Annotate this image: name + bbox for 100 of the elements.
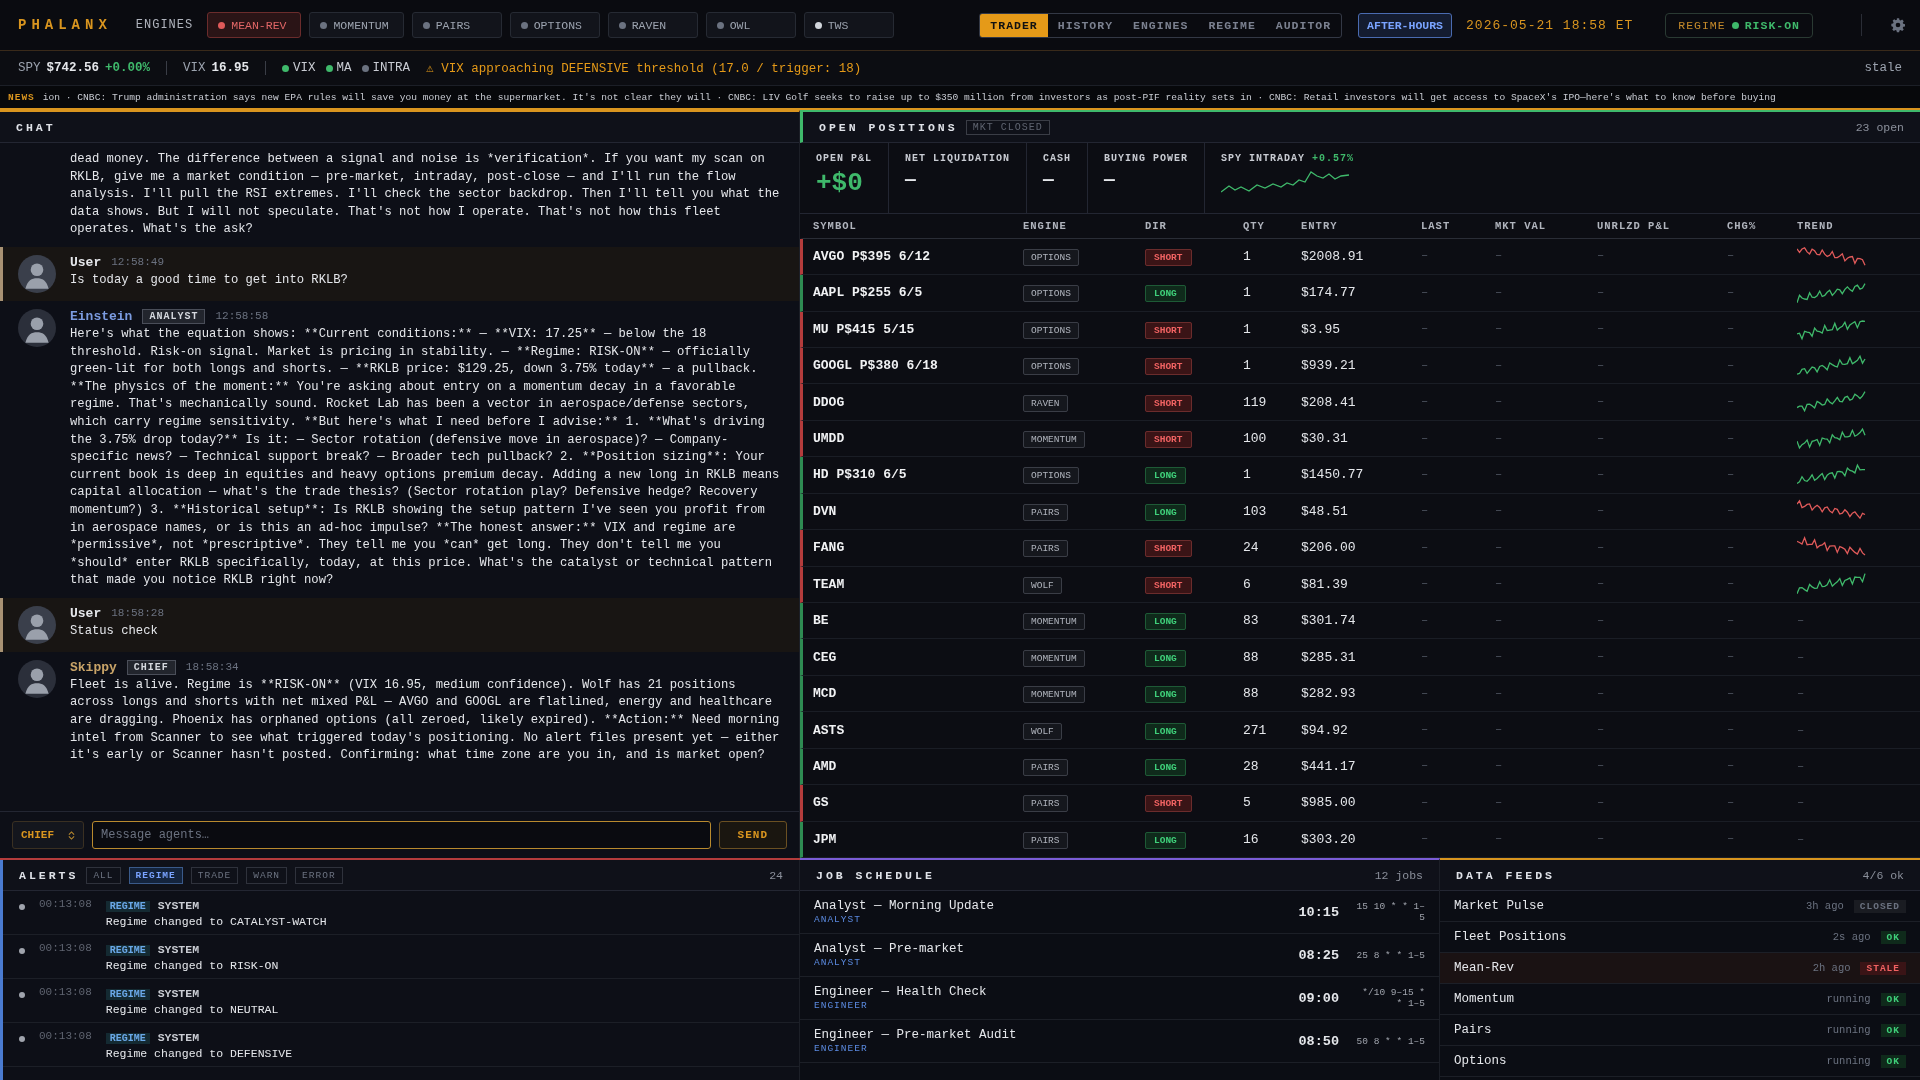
position-row[interactable]: AVGO P$395 6/12 OPTIONS SHORT 1 $2008.91 – – – – <box>800 238 1920 276</box>
message-time: 12:58:58 <box>215 310 269 323</box>
send-button[interactable]: SEND <box>718 821 787 849</box>
avatar-icon <box>18 308 56 347</box>
summary-value: — <box>905 170 917 190</box>
symbol-cell-text: FANG <box>813 540 846 556</box>
position-row[interactable]: CEG MOMENTUM LONG 88 $285.31 – – – – – <box>800 639 1920 676</box>
agent-select[interactable]: CHIEF <box>12 821 84 849</box>
qty-cell-text: 100 <box>1243 431 1268 447</box>
summary-value: — <box>1043 170 1055 190</box>
change-cell-text: – <box>1727 650 1736 665</box>
alert-time: 00:13:08 <box>39 986 92 998</box>
engine-tag: MOMENTUM <box>1023 613 1085 631</box>
pnl-cell-text: – <box>1597 650 1606 665</box>
engine-tab[interactable]: OWL <box>705 12 796 38</box>
view-tab[interactable]: HISTORY <box>1047 13 1124 37</box>
vix-value: 16.95 <box>211 61 250 75</box>
trend-cell: – <box>1797 723 1805 738</box>
position-row[interactable]: AMD PAIRS LONG 28 $441.17 – – – – – <box>800 748 1920 786</box>
warning-text: ⚠ VIX approaching DEFENSIVE threshold (17.0 / trigger: 18) <box>426 61 862 76</box>
qty-cell-text: 1 <box>1243 467 1252 483</box>
column-header: ENGINE <box>1023 219 1068 232</box>
message-input[interactable]: Message agents… <box>92 821 711 849</box>
view-tab[interactable]: AUDITOR <box>1265 13 1342 37</box>
position-row[interactable]: GOOGL P$380 6/18 OPTIONS SHORT 1 $939.21 – – – – <box>800 347 1920 385</box>
filter-chip[interactable]: WARN <box>246 866 288 884</box>
column-header: ENTRY <box>1301 219 1339 232</box>
engine-tab[interactable]: PAIRS <box>411 12 502 38</box>
indicator-label: INTRA <box>372 61 411 75</box>
panel-title: ALERTS <box>19 868 79 882</box>
change-cell-text: – <box>1727 832 1736 847</box>
engine-tab[interactable]: MEAN-REV <box>207 12 302 38</box>
job-time: 08:50 <box>1298 1033 1339 1049</box>
last-cell-text: – <box>1421 650 1430 665</box>
engine-tag: MOMENTUM <box>1023 649 1085 667</box>
position-row[interactable]: AAPL P$255 6/5 OPTIONS LONG 1 $174.77 – – – – <box>800 275 1920 312</box>
summary-value: — <box>1104 170 1116 190</box>
view-tab[interactable]: REGIME <box>1198 13 1266 37</box>
change-cell-text: – <box>1727 431 1736 446</box>
engine-tab[interactable]: MOMENTUM <box>309 12 404 38</box>
position-row[interactable]: ASTS WOLF LONG 271 $94.92 – – – – – <box>800 712 1920 749</box>
last-cell-text: – <box>1421 577 1430 592</box>
pnl-cell-text: – <box>1597 358 1606 373</box>
position-row[interactable]: MU P$415 5/15 OPTIONS SHORT 1 $3.95 – – – – <box>800 311 1920 348</box>
news-label: NEWS <box>8 91 35 103</box>
qty-cell-text: 271 <box>1243 722 1268 738</box>
engine-tab[interactable]: OPTIONS <box>509 12 600 38</box>
engine-tag: MOMENTUM <box>1023 686 1085 704</box>
direction-tag: LONG <box>1145 503 1186 521</box>
symbol-cell-text: AAPL P$255 6/5 <box>813 285 924 301</box>
feed-age: 2s ago <box>1832 931 1871 943</box>
job-count: 12 jobs <box>1374 868 1423 882</box>
position-row[interactable]: DVN PAIRS LONG 103 $48.51 – – – – <box>800 493 1920 531</box>
engine-tab[interactable]: RAVEN <box>607 12 698 38</box>
feed-status: stale <box>1864 61 1902 75</box>
summary-label: BUYING POWER <box>1104 153 1189 164</box>
column-header: SYMBOL <box>813 219 858 232</box>
job-name: Engineer — Health Check <box>814 985 988 999</box>
view-tab[interactable]: ENGINES <box>1123 13 1199 37</box>
message-time: 18:58:28 <box>111 607 165 620</box>
message-text: Fleet is alive. Regime is **RISK-ON** (VIX 16.95, medium confidence). Wolf has 21 positions across longs and shorts with net mixed P&L — AVGO and GOOGL are flatlined, energy and healthcare are dragging. Phoenix has orphaned options (all zeroed, likely expired). **Action:** Need morning intel from Scanner to see what triggered today's positioning. No alert files present yet — either it's early or Scanner hasn't posted. Confirming: what time zone are you in, and is market open? <box>70 676 781 765</box>
pnl-cell-text: – <box>1597 395 1606 410</box>
role-tag: ANALYST <box>142 308 206 324</box>
position-row[interactable]: FANG PAIRS SHORT 24 $206.00 – – – – <box>800 530 1920 567</box>
position-row[interactable]: GS PAIRS SHORT 5 $985.00 – – – – – <box>800 785 1920 822</box>
panel-title: JOB SCHEDULE <box>816 868 935 882</box>
pnl-cell-text: – <box>1597 540 1606 555</box>
change-cell-text: – <box>1727 613 1736 628</box>
settings-icon[interactable] <box>1890 17 1906 33</box>
position-row[interactable]: MCD MOMENTUM LONG 88 $282.93 – – – – – <box>800 675 1920 713</box>
market-value-cell-text: – <box>1495 358 1504 373</box>
pnl-cell-text: – <box>1597 504 1606 519</box>
qty-cell-text: 88 <box>1243 649 1260 665</box>
change-cell-text: – <box>1727 723 1736 738</box>
engine-tab[interactable]: TWS <box>803 12 894 38</box>
filter-chip[interactable]: ALL <box>86 866 121 884</box>
filter-chip[interactable]: ERROR <box>295 866 343 884</box>
view-tab[interactable]: TRADER <box>980 13 1048 37</box>
position-row[interactable]: UMDD MOMENTUM SHORT 100 $30.31 – – – – <box>800 420 1920 458</box>
position-row[interactable]: DDOG RAVEN SHORT 119 $208.41 – – – – <box>800 384 1920 421</box>
symbol-cell-text: GOOGL P$380 6/18 <box>813 358 939 374</box>
engine-tag: WOLF <box>1023 722 1062 740</box>
symbol-cell-text: AMD <box>813 758 838 774</box>
feed-age: running <box>1826 1055 1871 1067</box>
pnl-cell-text: – <box>1597 285 1606 300</box>
market-value-cell-text: – <box>1495 431 1504 446</box>
alert-message: Regime changed to CATALYST-WATCH <box>105 915 327 928</box>
position-row[interactable]: BE MOMENTUM LONG 83 $301.74 – – – – – <box>800 603 1920 640</box>
market-status-badge: MKT CLOSED <box>965 119 1050 135</box>
change-cell-text: – <box>1727 467 1736 482</box>
direction-tag: LONG <box>1145 686 1186 704</box>
pnl-cell-text: – <box>1597 322 1606 337</box>
position-row[interactable]: HD P$310 6/5 OPTIONS LONG 1 $1450.77 – – – – <box>800 457 1920 494</box>
position-row[interactable]: TEAM WOLF SHORT 6 $81.39 – – – – <box>800 566 1920 603</box>
feed-name: Options <box>1454 1054 1507 1068</box>
filter-chip[interactable]: REGIME <box>128 866 183 884</box>
alert-message: Regime changed to DEFENSIVE <box>105 1047 293 1060</box>
engine-tag: WOLF <box>1023 576 1062 594</box>
spy-intraday-change: +0.57% <box>1312 153 1355 164</box>
filter-chip[interactable]: TRADE <box>190 866 239 884</box>
